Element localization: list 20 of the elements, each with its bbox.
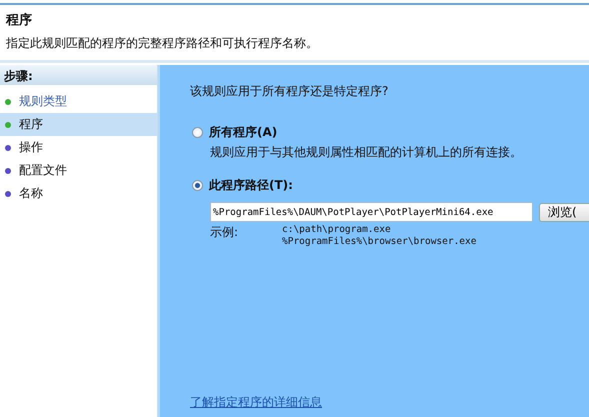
example-path: c:\path\program.exe [282,224,392,236]
option-description: 规则应用于与其他规则属性相匹配的计算机上的所有连接。 [210,144,523,161]
path-field[interactable]: %ProgramFiles%\DAUM\PotPlayer\PotPlayerMini64.exe [210,202,533,222]
step-item[interactable]: 操作 [0,136,157,159]
page-description: 指定此规则匹配的程序的完整程序路径和可执行程序名称。 [6,35,319,52]
browse-button[interactable]: 浏览( [539,202,589,222]
step-item[interactable]: 程序 [0,113,157,136]
help-link[interactable]: 了解指定程序的详细信息 [190,394,322,411]
page-title: 程序 [6,12,33,29]
example-label: 示例: [210,224,240,241]
step-item[interactable]: 名称 [0,182,157,205]
radio-button[interactable] [192,180,203,191]
radio-button[interactable] [192,127,203,138]
option-label[interactable]: 此程序路径(T): [209,177,293,194]
option-label[interactable]: 所有程序(A) [209,124,278,141]
steps-header: 步骤: [0,65,157,85]
step-item[interactable]: 配置文件 [0,159,157,182]
step-item[interactable]: 规则类型 [0,90,157,113]
example-path: %ProgramFiles%\browser\browser.exe [282,236,476,248]
question-text: 该规则应用于所有程序还是特定程序? [190,83,390,100]
